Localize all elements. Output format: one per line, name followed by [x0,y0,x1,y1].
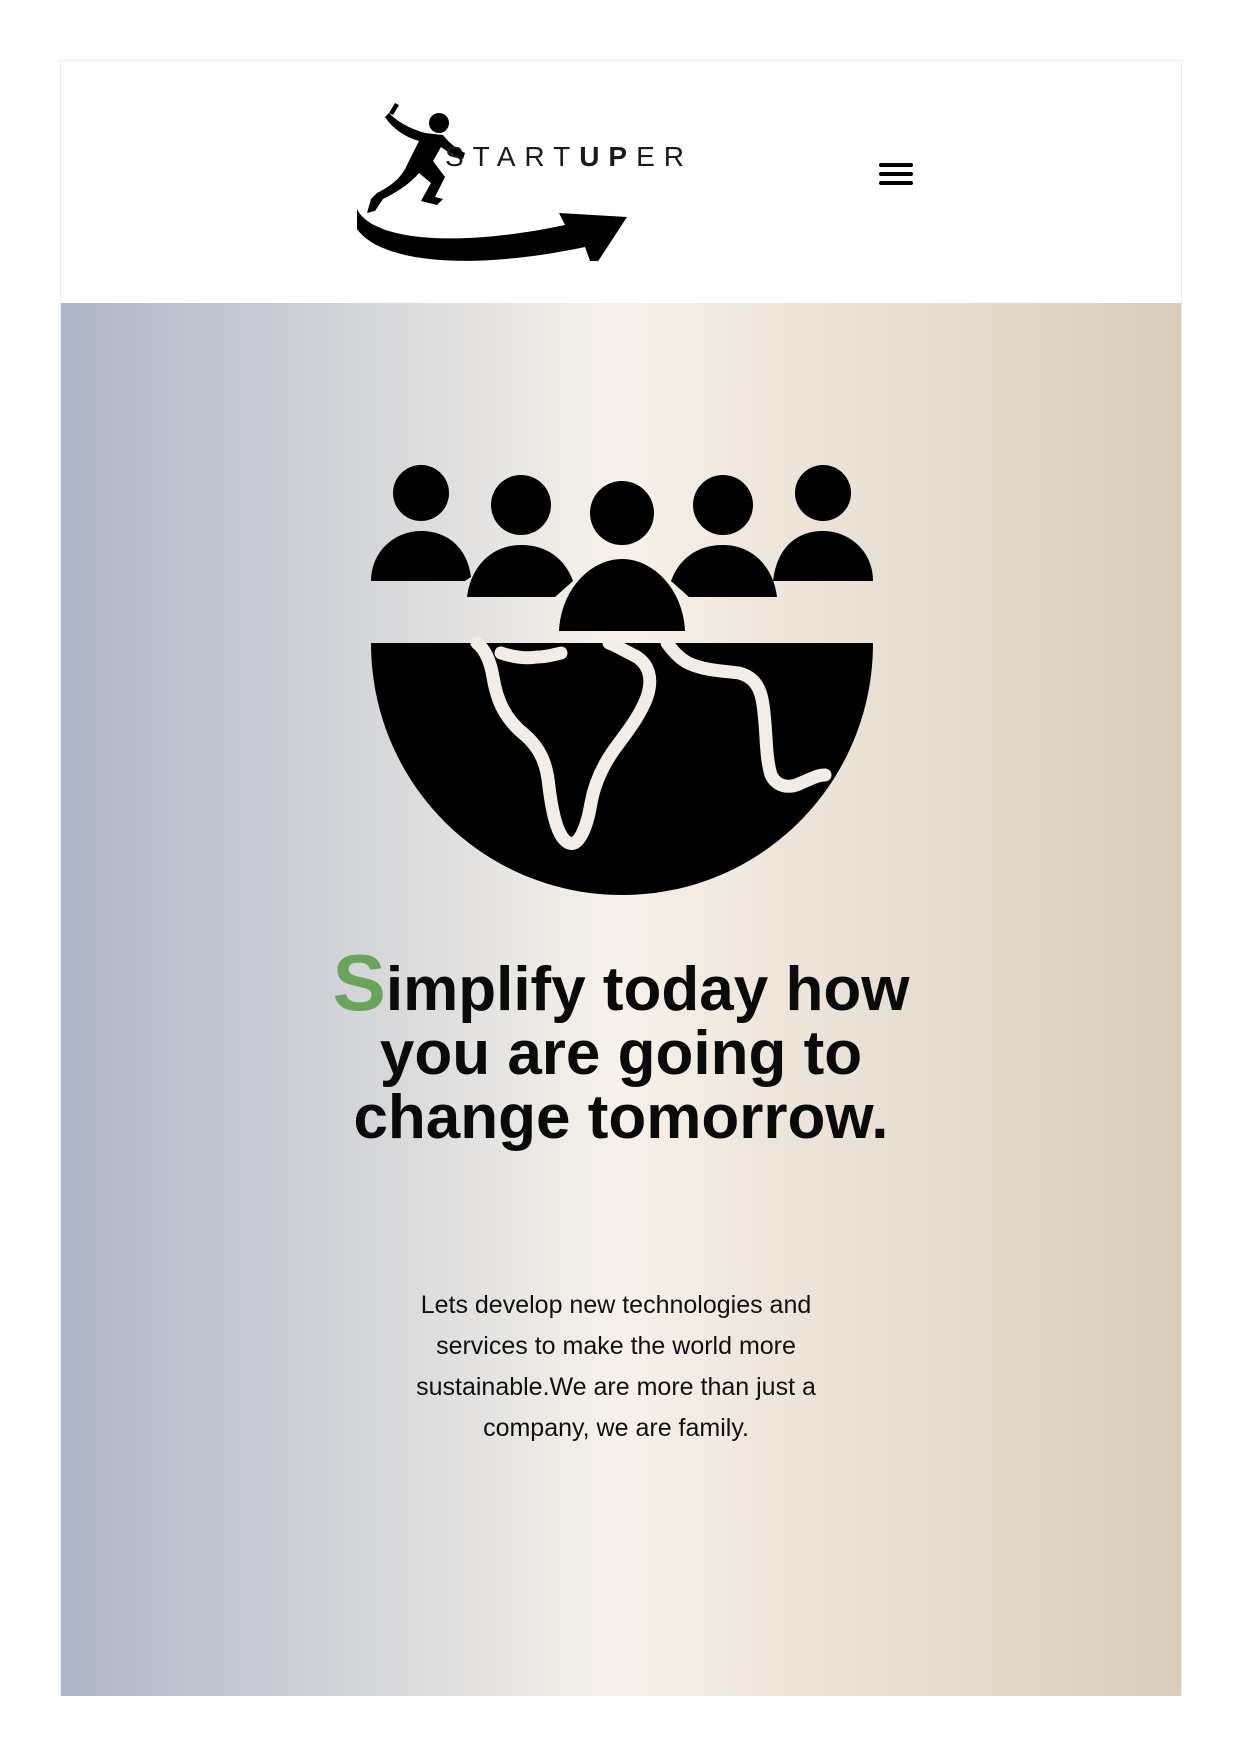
startuper-logo[interactable]: STARTUPER [331,101,691,261]
headline-initial: S [332,938,386,1027]
headline-rest: implify today how you are going to chang… [353,955,910,1152]
site-header: STARTUPER [61,61,1181,303]
hamburger-menu-button[interactable] [875,157,919,193]
page-container: STARTUPER Simplify today how you are goi… [60,60,1182,1696]
hero-headline: Simplify today how you are going to chan… [321,943,921,1152]
hero-section: Simplify today how you are going to chan… [61,303,1181,1696]
runner-arrow-logo-icon [357,103,627,261]
people-globe-icon [369,465,875,897]
hero-description: Lets develop new technologies and servic… [416,1291,816,1442]
logo-wordmark: STARTUPER [445,141,694,172]
hamburger-menu-icon [879,163,913,185]
